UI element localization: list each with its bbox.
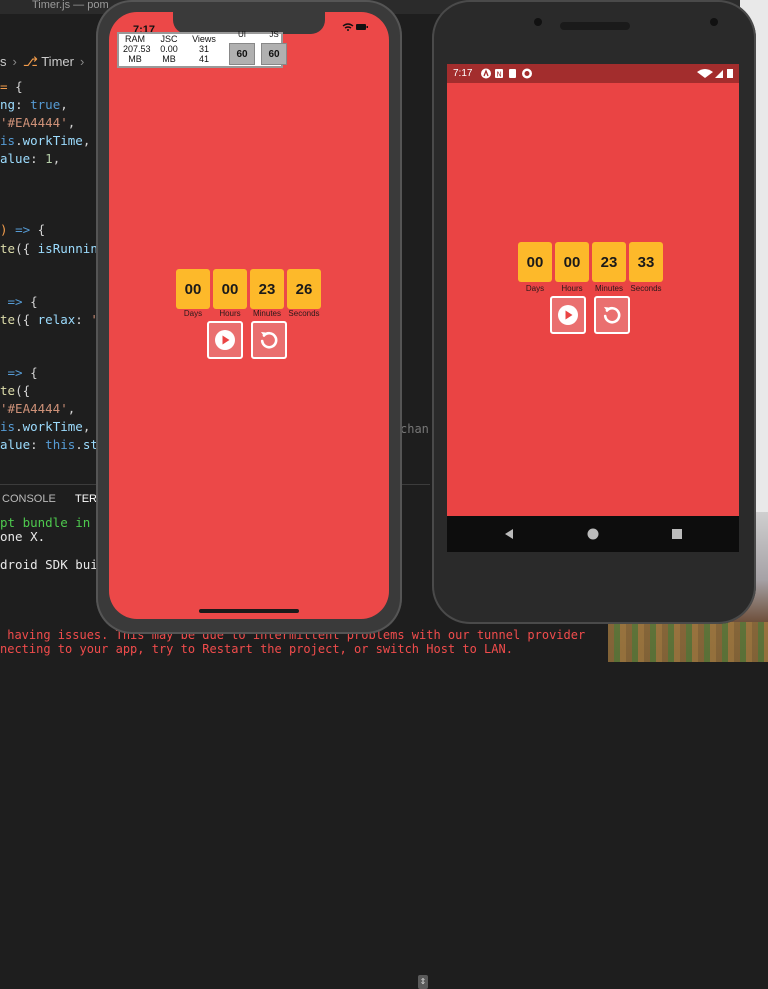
hover-hint: chan xyxy=(400,422,429,436)
performance-monitor[interactable]: RAM 207.53 MB JSC 0.00 MB Views 31 41 UI… xyxy=(117,30,287,68)
timer-labels: Days Hours Minutes Seconds xyxy=(518,284,663,293)
reset-icon xyxy=(603,306,621,324)
code-line: '#EA4444', xyxy=(0,115,76,130)
code-line: te({ isRunning xyxy=(0,241,106,256)
terminal-line: droid SDK buil xyxy=(0,557,106,572)
timer-controls xyxy=(207,321,287,359)
code-line: = { xyxy=(0,79,23,94)
code-line: alue: 1, xyxy=(0,151,61,166)
camera xyxy=(534,18,542,26)
minutes-value: 23 xyxy=(250,269,284,309)
home-icon[interactable] xyxy=(587,528,599,540)
sensor xyxy=(710,18,718,26)
hours-value: 00 xyxy=(555,242,589,282)
seconds-label: Seconds xyxy=(288,309,320,318)
tab-terminal[interactable]: TER xyxy=(75,493,97,505)
seconds-label: Seconds xyxy=(630,284,662,293)
hours-value: 00 xyxy=(213,269,247,309)
code-line: alue: this.sta xyxy=(0,437,106,452)
notification-icons: N xyxy=(481,68,532,79)
hours-label: Hours xyxy=(561,284,583,293)
days-label: Days xyxy=(525,284,545,293)
code-line: => { xyxy=(7,365,38,380)
timer-labels: Days Hours Minutes Seconds xyxy=(176,309,321,318)
recents-icon[interactable] xyxy=(671,528,683,540)
component-icon: ⎇ xyxy=(22,54,38,69)
perf-ui-label: UI xyxy=(238,30,246,39)
play-button[interactable] xyxy=(550,296,586,334)
code-line: te({ relax: '# xyxy=(0,312,105,327)
play-icon xyxy=(215,330,235,350)
breadcrumb-item[interactable]: s xyxy=(0,54,7,69)
perf-js-label: JS xyxy=(269,30,279,39)
reset-button[interactable] xyxy=(594,296,630,334)
breadcrumb-item[interactable]: Timer xyxy=(41,54,74,69)
wifi-battery-icon xyxy=(342,23,368,31)
ios-screen: 7:17 RAM 207.53 MB JSC 0.00 MB Views 31 … xyxy=(109,12,389,619)
days-label: Days xyxy=(183,309,203,318)
back-icon[interactable] xyxy=(503,528,515,540)
code-line: te({ xyxy=(0,383,31,398)
terminal-warning: necting to your app, try to Restart the … xyxy=(0,642,513,656)
code-line: ng: true, xyxy=(0,97,68,112)
perf-ui-fps: 60 xyxy=(229,43,255,65)
speaker xyxy=(560,22,630,30)
tab-console[interactable]: CONSOLE xyxy=(2,493,56,505)
timer-controls xyxy=(550,296,630,334)
code-line: is.workTime, xyxy=(0,419,91,434)
reset-icon xyxy=(260,331,278,349)
android-status-bar: 7:17 N xyxy=(447,64,739,83)
seconds-value: 26 xyxy=(287,269,321,309)
days-value: 00 xyxy=(518,242,552,282)
play-button[interactable] xyxy=(207,321,243,359)
timer-display: 00 00 23 26 xyxy=(176,269,321,309)
minutes-value: 23 xyxy=(592,242,626,282)
home-indicator[interactable] xyxy=(199,609,299,613)
code-line: => { xyxy=(7,294,38,309)
android-emulator: 7:17 N 00 00 23 33 Days Hours Minutes Se… xyxy=(432,0,756,624)
perf-jsc: JSC 0.00 MB xyxy=(160,34,178,64)
window-title: Timer.js — pom xyxy=(32,0,109,11)
terminal-line: one X. xyxy=(0,529,46,544)
hours-label: Hours xyxy=(219,309,241,318)
code-line: '#EA4444', xyxy=(0,401,76,416)
code-line: ) => { xyxy=(0,222,46,237)
svg-text:N: N xyxy=(497,71,502,79)
minutes-label: Minutes xyxy=(252,309,281,318)
panel-select-arrow-icon[interactable]: ⇕ xyxy=(418,975,428,989)
perf-js-fps: 60 xyxy=(261,43,287,65)
perf-ram: RAM 207.53 MB xyxy=(123,34,151,64)
perf-views: Views 31 41 xyxy=(192,34,216,64)
ios-simulator: 7:17 RAM 207.53 MB JSC 0.00 MB Views 31 … xyxy=(96,0,402,634)
ios-status-icons xyxy=(341,22,369,35)
wifi-signal-battery-icon xyxy=(697,69,733,78)
days-value: 00 xyxy=(176,269,210,309)
code-line: is.workTime, xyxy=(0,133,91,148)
minutes-label: Minutes xyxy=(594,284,623,293)
breadcrumb: s › ⎇ Timer › xyxy=(0,54,85,69)
android-nav-bar xyxy=(447,516,739,552)
android-status-time: 7:17 xyxy=(453,68,473,79)
play-icon xyxy=(558,305,578,325)
android-screen: 7:17 N 00 00 23 33 Days Hours Minutes Se… xyxy=(447,64,739,552)
seconds-value: 33 xyxy=(629,242,663,282)
reset-button[interactable] xyxy=(251,321,287,359)
timer-display: 00 00 23 33 xyxy=(518,242,663,282)
terminal-line: pt bundle in xyxy=(0,515,91,530)
